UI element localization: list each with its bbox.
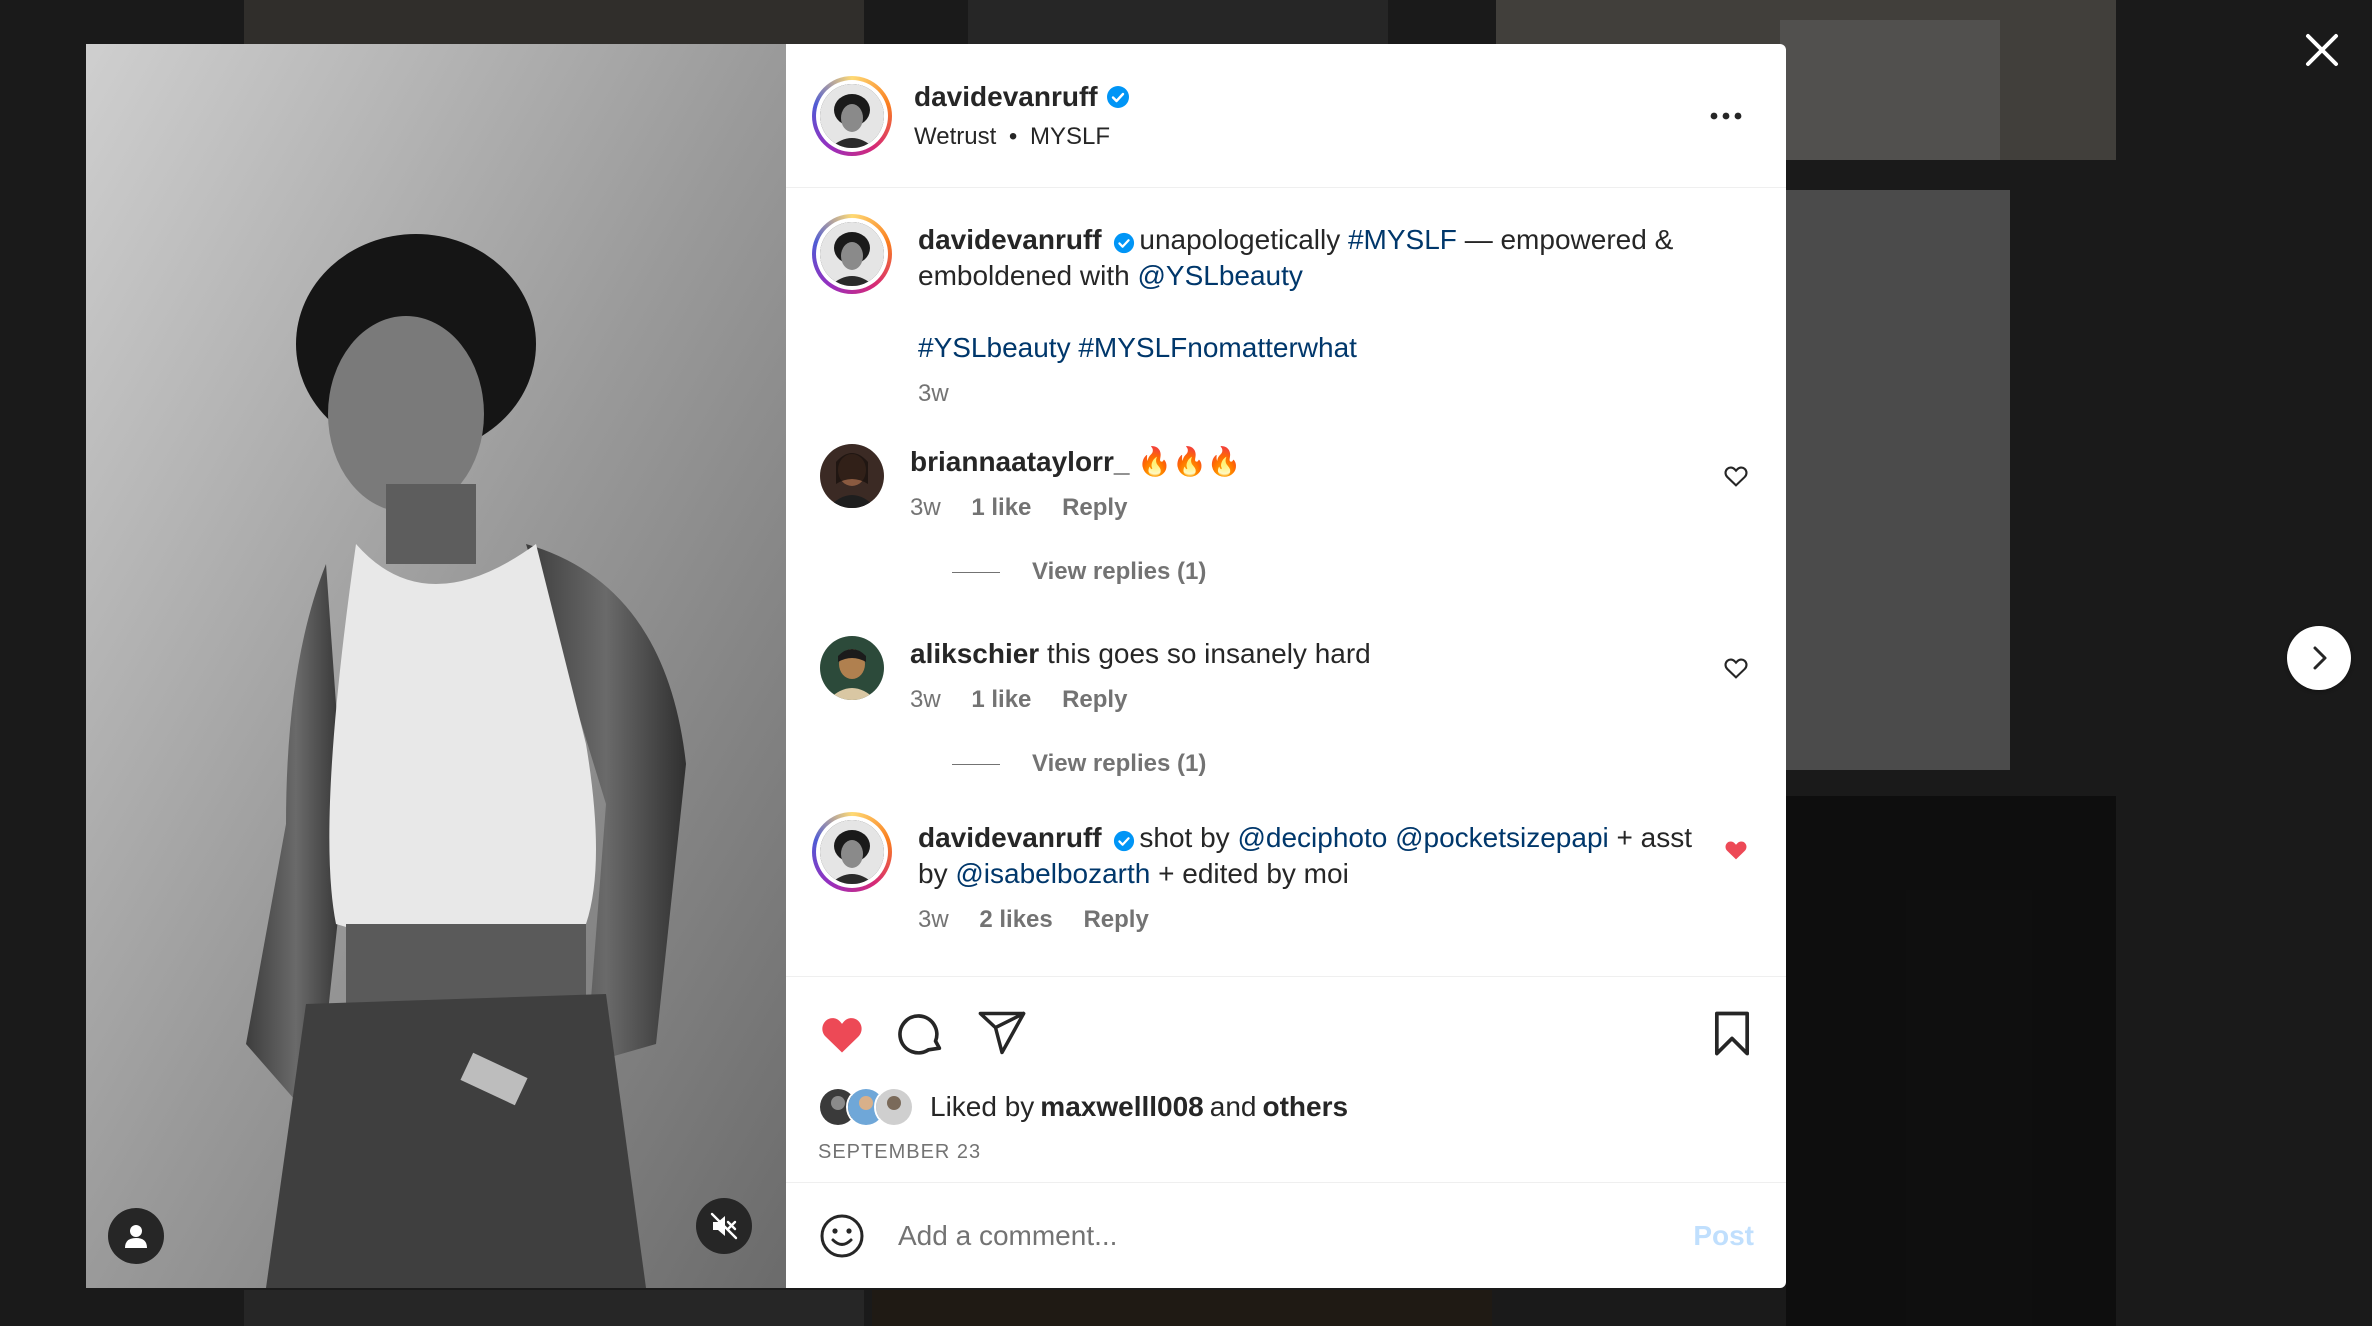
hashtag-link[interactable]: #MYSLF: [1348, 224, 1457, 255]
view-replies-label[interactable]: View replies (1): [1032, 558, 1206, 586]
comment-like-icon[interactable]: [1722, 462, 1750, 490]
post-details-panel: davidevanruff Wetrust • MYSLF davidevanr…: [786, 44, 1786, 1288]
post-media[interactable]: [86, 44, 786, 1288]
caption-timestamp[interactable]: 3w: [918, 380, 949, 407]
caption-author-avatar[interactable]: [812, 214, 892, 294]
chevron-right-icon: [2313, 646, 2327, 670]
comment-like-count[interactable]: 2 likes: [979, 906, 1052, 933]
comment-text: briannaataylorr_ 🔥🔥🔥: [910, 444, 1700, 480]
post-comment-button[interactable]: Post: [1693, 1220, 1754, 1252]
comment-item: briannaataylorr_ 🔥🔥🔥 3w 1 like Reply: [812, 444, 1760, 522]
mention-link[interactable]: @deciphoto: [1237, 822, 1387, 853]
post-modal: davidevanruff Wetrust • MYSLF davidevanr…: [86, 44, 1786, 1288]
mute-toggle-button[interactable]: [696, 1198, 752, 1254]
verified-badge-icon: [1114, 831, 1135, 852]
liked-by-user[interactable]: maxwelll008: [1040, 1091, 1203, 1123]
comment-liked-heart-icon[interactable]: [1722, 836, 1750, 864]
author-username-text[interactable]: davidevanruff: [914, 81, 1098, 113]
liked-by-others[interactable]: others: [1262, 1091, 1348, 1123]
emoji-icon[interactable]: [818, 1212, 866, 1260]
share-send-icon[interactable]: [976, 1007, 1028, 1059]
reply-button[interactable]: Reply: [1083, 906, 1148, 933]
comment-item: davidevanruff shot by @deciphoto @pocket…: [812, 812, 1760, 934]
more-options-icon[interactable]: [1706, 104, 1746, 128]
comment-icon[interactable]: [896, 1007, 948, 1059]
post-date[interactable]: SEPTEMBER 23: [818, 1141, 981, 1164]
reply-button[interactable]: Reply: [1062, 686, 1127, 713]
comment-text: davidevanruff shot by @deciphoto @pocket…: [918, 820, 1700, 892]
close-icon: [2306, 34, 2338, 66]
avatar-image: [820, 83, 884, 148]
muted-speaker-icon: [710, 1212, 738, 1240]
close-button[interactable]: [2298, 26, 2346, 74]
location-part-1[interactable]: Wetrust: [914, 123, 996, 150]
view-replies-label[interactable]: View replies (1): [1032, 750, 1206, 778]
caption-author[interactable]: davidevanruff: [918, 224, 1102, 255]
caption-hashtags: #YSLbeauty #MYSLFnomatterwhat: [918, 330, 1700, 366]
location-separator: •: [1008, 122, 1018, 150]
comment-body: 🔥🔥🔥: [1137, 446, 1242, 477]
commenter-avatar[interactable]: [820, 636, 884, 700]
verified-badge-icon: [1114, 233, 1135, 254]
comment-author[interactable]: alikschier: [910, 638, 1039, 669]
post-location[interactable]: Wetrust • MYSLF: [914, 123, 1130, 151]
comment-text: alikschier this goes so insanely hard: [910, 636, 1700, 672]
liked-by-middle: and: [1209, 1091, 1257, 1122]
mention-link[interactable]: @YSLbeauty: [1137, 260, 1302, 291]
reply-button[interactable]: Reply: [1062, 494, 1127, 521]
comments-list[interactable]: davidevanruff unapologetically #MYSLF — …: [786, 188, 1786, 976]
location-part-2[interactable]: MYSLF: [1030, 123, 1110, 150]
liker-avatar: [874, 1087, 914, 1127]
user-icon: [125, 1225, 147, 1248]
add-comment-bar: Post: [786, 1182, 1786, 1288]
post-actions: Liked by maxwelll008 and others SEPTEMBE…: [786, 976, 1786, 1182]
comment-like-icon[interactable]: [1722, 654, 1750, 682]
comment-timestamp[interactable]: 3w: [910, 686, 941, 713]
comment-input[interactable]: [896, 1218, 1694, 1253]
mention-link[interactable]: @isabelbozarth: [955, 858, 1150, 889]
comment-body: shot by: [1139, 822, 1238, 853]
mention-link[interactable]: @pocketsizepapi: [1395, 822, 1609, 853]
comment-body: this goes so insanely hard: [1046, 638, 1371, 669]
post-photo: [86, 44, 786, 1288]
view-replies-button[interactable]: View replies (1): [952, 750, 1760, 778]
caption: davidevanruff unapologetically #MYSLF — …: [812, 214, 1760, 408]
author-username[interactable]: davidevanruff: [914, 81, 1130, 113]
like-heart-icon[interactable]: [816, 1007, 868, 1059]
avatar-image: [820, 222, 884, 286]
comment-body: + edited by moi: [1150, 858, 1349, 889]
save-bookmark-icon[interactable]: [1706, 1007, 1758, 1059]
hashtag-link[interactable]: #MYSLFnomatterwhat: [1078, 332, 1357, 363]
comment-like-count[interactable]: 1 like: [971, 686, 1031, 713]
view-replies-button[interactable]: View replies (1): [952, 558, 1760, 586]
comment-like-count[interactable]: 1 like: [971, 494, 1031, 521]
next-post-button[interactable]: [2287, 626, 2351, 690]
caption-text: davidevanruff unapologetically #MYSLF — …: [918, 222, 1700, 294]
comment-author[interactable]: davidevanruff: [918, 822, 1102, 853]
post-header: davidevanruff Wetrust • MYSLF: [786, 44, 1786, 188]
comment-author[interactable]: briannaataylorr_: [910, 446, 1129, 477]
hashtag-link[interactable]: #YSLbeauty: [918, 332, 1071, 363]
commenter-avatar[interactable]: [820, 444, 884, 508]
author-avatar[interactable]: [812, 75, 892, 156]
comment-timestamp[interactable]: 3w: [918, 906, 949, 933]
liked-by-summary[interactable]: Liked by maxwelll008 and others: [818, 1087, 1348, 1127]
avatar-image: [820, 820, 884, 884]
tagged-users-button[interactable]: [108, 1208, 164, 1264]
comment-item: alikschier this goes so insanely hard 3w…: [812, 636, 1760, 714]
comment-timestamp[interactable]: 3w: [910, 494, 941, 521]
verified-badge-icon: [1106, 85, 1129, 108]
commenter-avatar[interactable]: [812, 812, 892, 892]
caption-text-part: unapologetically: [1139, 224, 1348, 255]
liker-avatars: [818, 1087, 914, 1127]
liked-by-prefix: Liked by: [930, 1091, 1035, 1122]
